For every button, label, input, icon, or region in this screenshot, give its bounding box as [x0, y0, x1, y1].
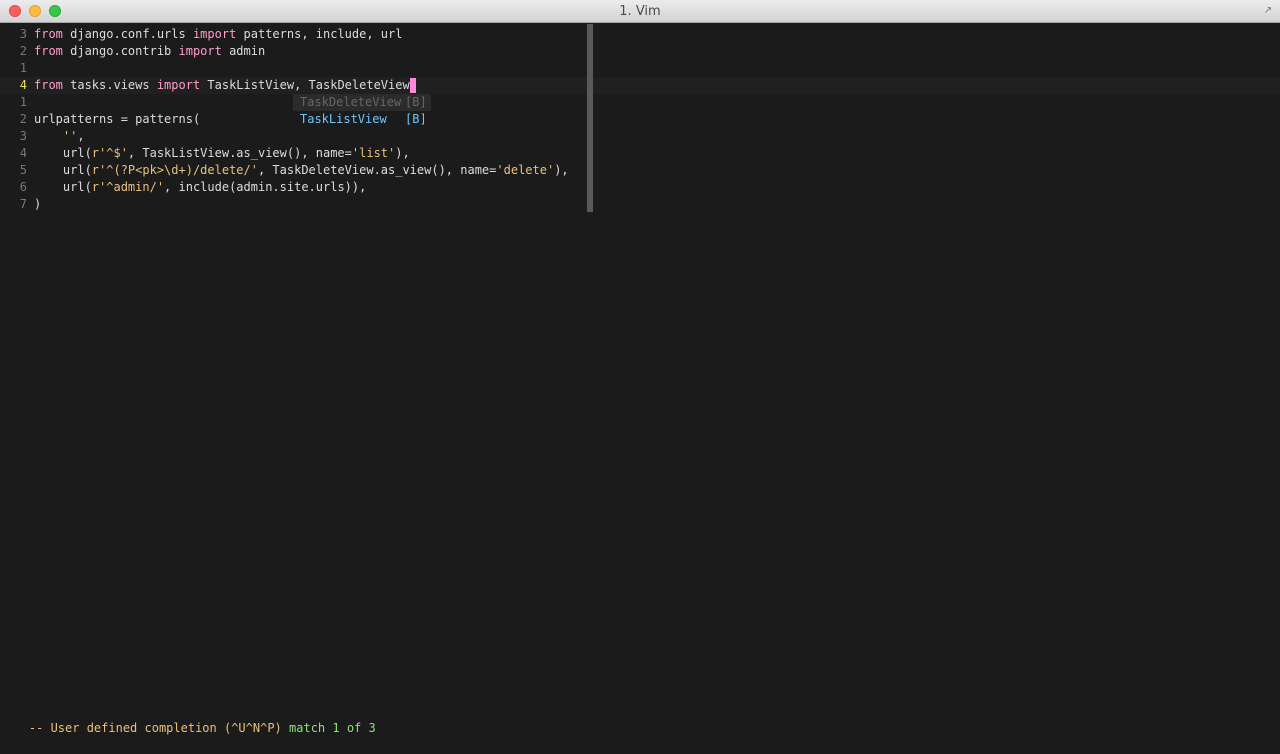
completion-item[interactable]: TaskListView [B] [293, 111, 431, 128]
line-number: 5 [19, 163, 27, 177]
color-column [587, 24, 593, 212]
completion-menu-tag: [B] [405, 95, 427, 109]
code-token: django.conf.urls [62, 27, 193, 41]
completion-word: TaskListView [300, 112, 387, 126]
line-number: 4 [19, 146, 27, 160]
code-token: url( [34, 146, 92, 160]
code-line[interactable]: 4 from tasks.views import TaskListView, T… [0, 77, 1280, 94]
status-line: -- User defined completion (^U^N^P) matc… [0, 703, 1280, 735]
keyword-token: import [156, 78, 201, 92]
keyword-token: from [34, 44, 63, 58]
line-number: 3 [19, 27, 27, 41]
code-line[interactable]: 2 from django.contrib import admin [0, 43, 1280, 60]
code-token: ), [554, 163, 569, 177]
code-token: , TaskDeleteView.as_view(), name= [257, 163, 497, 177]
code-text: url(r'^$', TaskListView.as_view(), name=… [34, 145, 410, 162]
string-token: r'^$' [91, 146, 128, 160]
line-number: 2 [19, 112, 27, 126]
code-line[interactable]: 3 '', [0, 128, 1280, 145]
completion-popup: TaskDeleteView [B] TaskListView [B] [293, 94, 431, 128]
line-number: 1 [19, 61, 27, 75]
window-title: 1. Vim [619, 4, 661, 19]
status-match-text: match 1 of 3 [289, 721, 376, 735]
code-text: url(r'^admin/', include(admin.site.urls)… [34, 179, 366, 196]
code-text: from django.conf.urls import patterns, i… [34, 26, 402, 43]
keyword-token: from [34, 27, 63, 41]
code-text: from django.contrib import admin [34, 43, 265, 60]
code-line[interactable]: 5 url(r'^(?P<pk>\d+)/delete/', TaskDelet… [0, 162, 1280, 179]
code-token: , include(admin.site.urls)), [164, 180, 367, 194]
text-cursor [409, 78, 416, 93]
line-number: 2 [19, 44, 27, 58]
code-text: from tasks.views import TaskListView, Ta… [34, 77, 416, 94]
line-number: 4 [19, 78, 27, 92]
code-line[interactable]: 7) [0, 196, 1280, 213]
keyword-token: from [34, 78, 63, 92]
code-token: admin [221, 44, 266, 58]
code-token: url( [34, 163, 92, 177]
code-token: tasks.views [62, 78, 157, 92]
code-text: ) [34, 196, 41, 213]
code-line[interactable]: 4 url(r'^$', TaskListView.as_view(), nam… [0, 145, 1280, 162]
code-token: urlpatterns = patterns( [34, 112, 201, 126]
code-token: django.contrib [62, 44, 179, 58]
line-number: 3 [19, 129, 27, 143]
code-token: ), [395, 146, 410, 160]
code-line[interactable]: 3 from django.conf.urls import patterns, … [0, 26, 1280, 43]
line-number: 7 [19, 197, 27, 211]
string-token: r'^(?P<pk>\d+)/delete/' [91, 163, 258, 177]
status-mode-text: -- User defined completion (^U^N^P) [28, 721, 282, 735]
code-text: urlpatterns = patterns( [34, 111, 200, 128]
code-line[interactable]: 1 [0, 94, 1280, 111]
line-number: 6 [19, 180, 27, 194]
title-bar: 1. Vim ↗ [0, 0, 1280, 23]
string-token: '' [62, 129, 78, 143]
code-line[interactable]: 6 url(r'^admin/', include(admin.site.url… [0, 179, 1280, 196]
code-line[interactable]: 2 urlpatterns = patterns( [0, 111, 1280, 128]
line-number: 1 [19, 95, 27, 109]
code-token: url( [34, 180, 92, 194]
keyword-token: import [192, 27, 237, 41]
string-token: r'^admin/' [91, 180, 165, 194]
code-line[interactable]: 1 [0, 60, 1280, 77]
code-text: url(r'^(?P<pk>\d+)/delete/', TaskDeleteV… [34, 162, 569, 179]
string-token: 'delete' [496, 163, 555, 177]
code-token: TaskListView, TaskDeleteView [200, 78, 410, 92]
code-token: , [77, 129, 85, 143]
code-token: patterns, include, url [236, 27, 403, 41]
code-token: ) [34, 197, 42, 211]
code-token: , TaskListView.as_view(), name= [127, 146, 352, 160]
vim-editor[interactable]: 7) 6 url(r'^admin/', include(admin.site.u… [0, 24, 1280, 735]
completion-item[interactable]: TaskDeleteView [B] [293, 94, 431, 111]
code-text: '', [34, 128, 85, 145]
string-token: 'list' [351, 146, 396, 160]
completion-menu-tag: [B] [405, 112, 427, 126]
completion-word: TaskDeleteView [300, 95, 402, 109]
fullscreen-icon[interactable]: ↗ [1262, 5, 1274, 17]
keyword-token: import [178, 44, 222, 58]
